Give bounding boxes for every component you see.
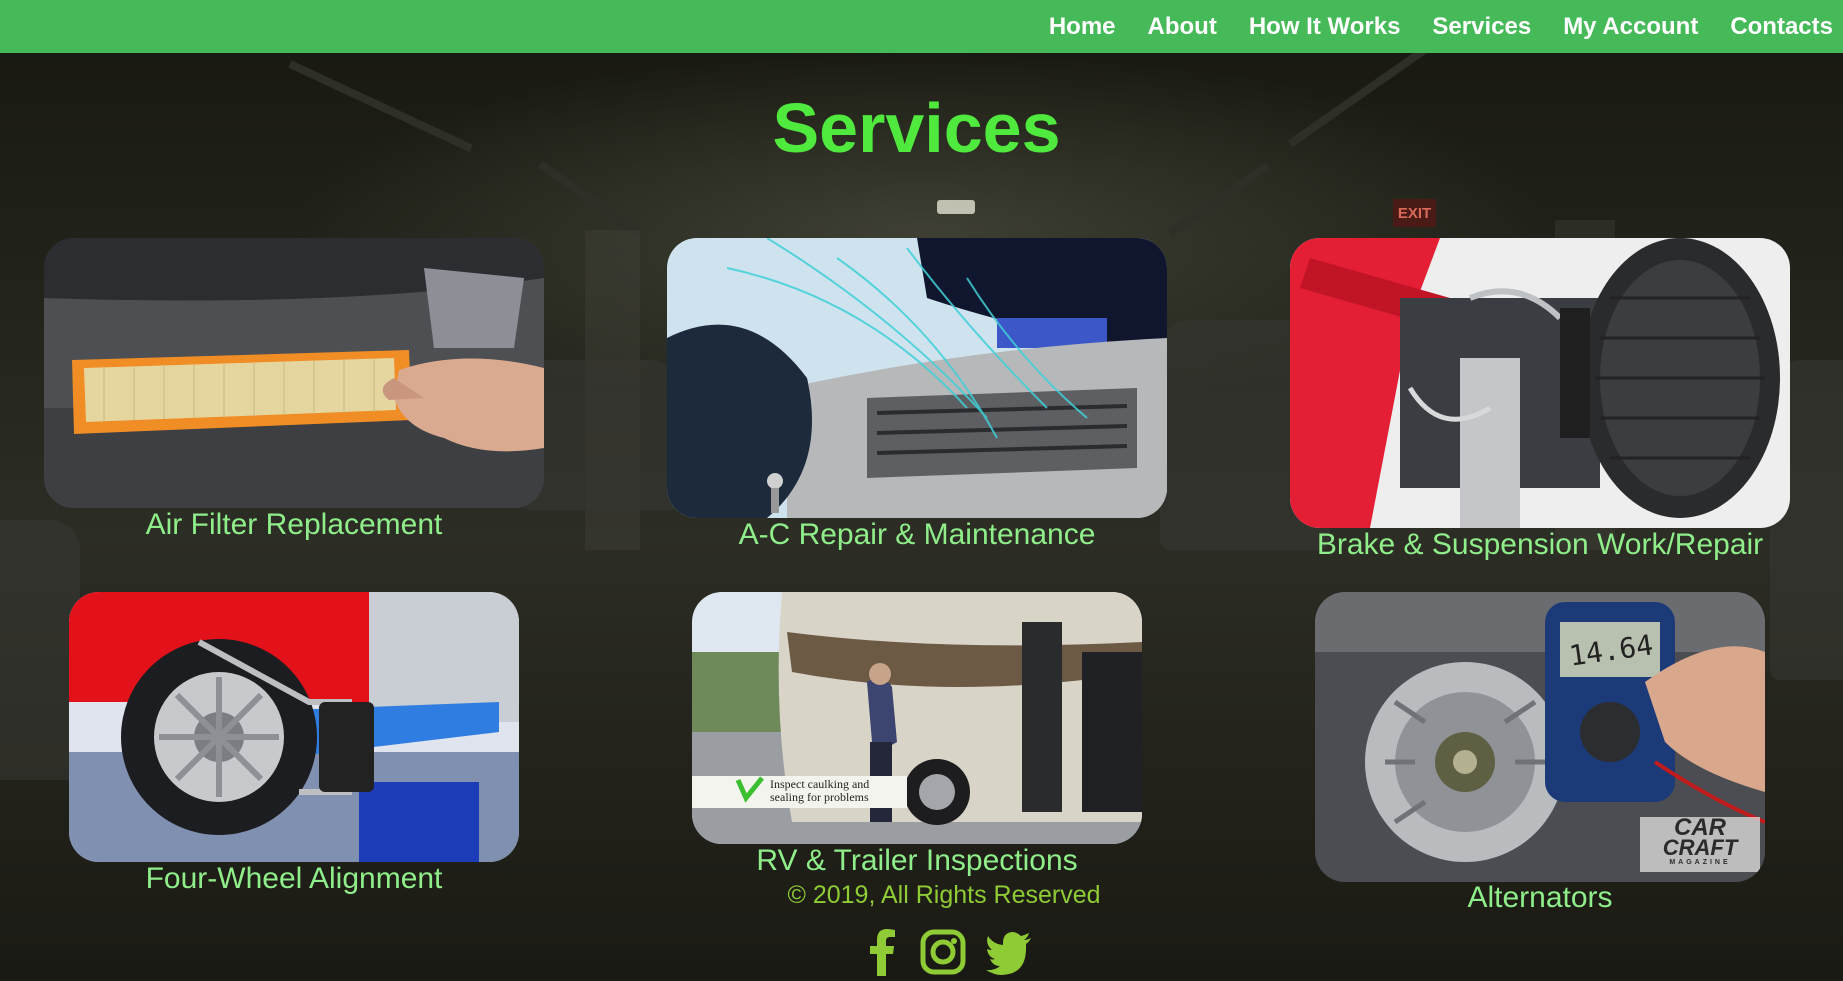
nav-how-it-works[interactable]: How It Works: [1249, 13, 1401, 41]
facebook-icon[interactable]: [868, 928, 896, 981]
rv-caption-overlay: Inspect caulking and sealing for problem…: [770, 778, 910, 804]
nav-contacts[interactable]: Contacts: [1730, 13, 1833, 41]
service-card-air-filter[interactable]: Air Filter Replacement: [44, 238, 544, 548]
carcraft-watermark: CAR CRAFT MAGAZINE: [1643, 816, 1757, 868]
copyright-text: © 2019, All Rights Reserved: [787, 881, 1101, 909]
twitter-icon[interactable]: [985, 928, 1033, 981]
brake-suspension-photo[interactable]: [1290, 238, 1790, 528]
wheel-alignment-photo[interactable]: [69, 592, 519, 862]
nav-about[interactable]: About: [1148, 13, 1217, 41]
ac-vent-photo[interactable]: [667, 238, 1167, 518]
wheel-alignment-image: [69, 592, 519, 862]
exit-sign: EXIT: [1393, 199, 1436, 227]
brake-suspension-image: [1290, 238, 1790, 528]
ceiling-beam: [1167, 161, 1271, 238]
instagram-icon[interactable]: [920, 928, 966, 981]
nav-home[interactable]: Home: [1049, 13, 1116, 41]
social-links: [0, 928, 1843, 978]
rv-inspection-photo[interactable]: Inspect caulking and sealing for problem…: [692, 592, 1142, 844]
nav-my-account[interactable]: My Account: [1563, 13, 1698, 41]
service-card-ac-repair[interactable]: A-C Repair & Maintenance: [667, 238, 1167, 558]
top-navbar: Home About How It Works Services My Acco…: [0, 0, 1843, 53]
parked-car: [520, 360, 680, 510]
alternator-multimeter-photo[interactable]: 14.64 CAR CRAFT MAGAZINE: [1315, 592, 1765, 882]
ceiling-beam: [537, 160, 641, 237]
service-card-alternators[interactable]: 14.64 CAR CRAFT MAGAZINE Alternators: [1315, 592, 1765, 922]
service-label[interactable]: Air Filter Replacement: [146, 508, 443, 542]
parked-car: [0, 520, 80, 780]
ac-vent-image: [667, 238, 1167, 518]
service-label[interactable]: Brake & Suspension Work/Repair: [1317, 528, 1763, 562]
nav-links: Home About How It Works Services My Acco…: [1017, 0, 1833, 53]
rv-caption-line: sealing for problems: [770, 790, 869, 804]
page-title: Services: [772, 89, 1061, 167]
air-filter-photo[interactable]: [44, 238, 544, 508]
air-filter-image: [44, 238, 544, 508]
service-label[interactable]: RV & Trailer Inspections: [756, 844, 1077, 878]
ceiling-lamp: [937, 200, 975, 214]
service-card-rv-inspection[interactable]: Inspect caulking and sealing for problem…: [692, 592, 1142, 882]
rv-inspection-image: [692, 592, 1142, 844]
watermark-line: CRAFT: [1662, 835, 1738, 860]
nav-services[interactable]: Services: [1432, 13, 1531, 41]
service-label[interactable]: A-C Repair & Maintenance: [739, 518, 1096, 552]
watermark-line: MAGAZINE: [1669, 859, 1731, 866]
service-card-brake-suspension[interactable]: Brake & Suspension Work/Repair: [1290, 238, 1790, 568]
service-card-wheel-alignment[interactable]: Four-Wheel Alignment: [69, 592, 519, 902]
